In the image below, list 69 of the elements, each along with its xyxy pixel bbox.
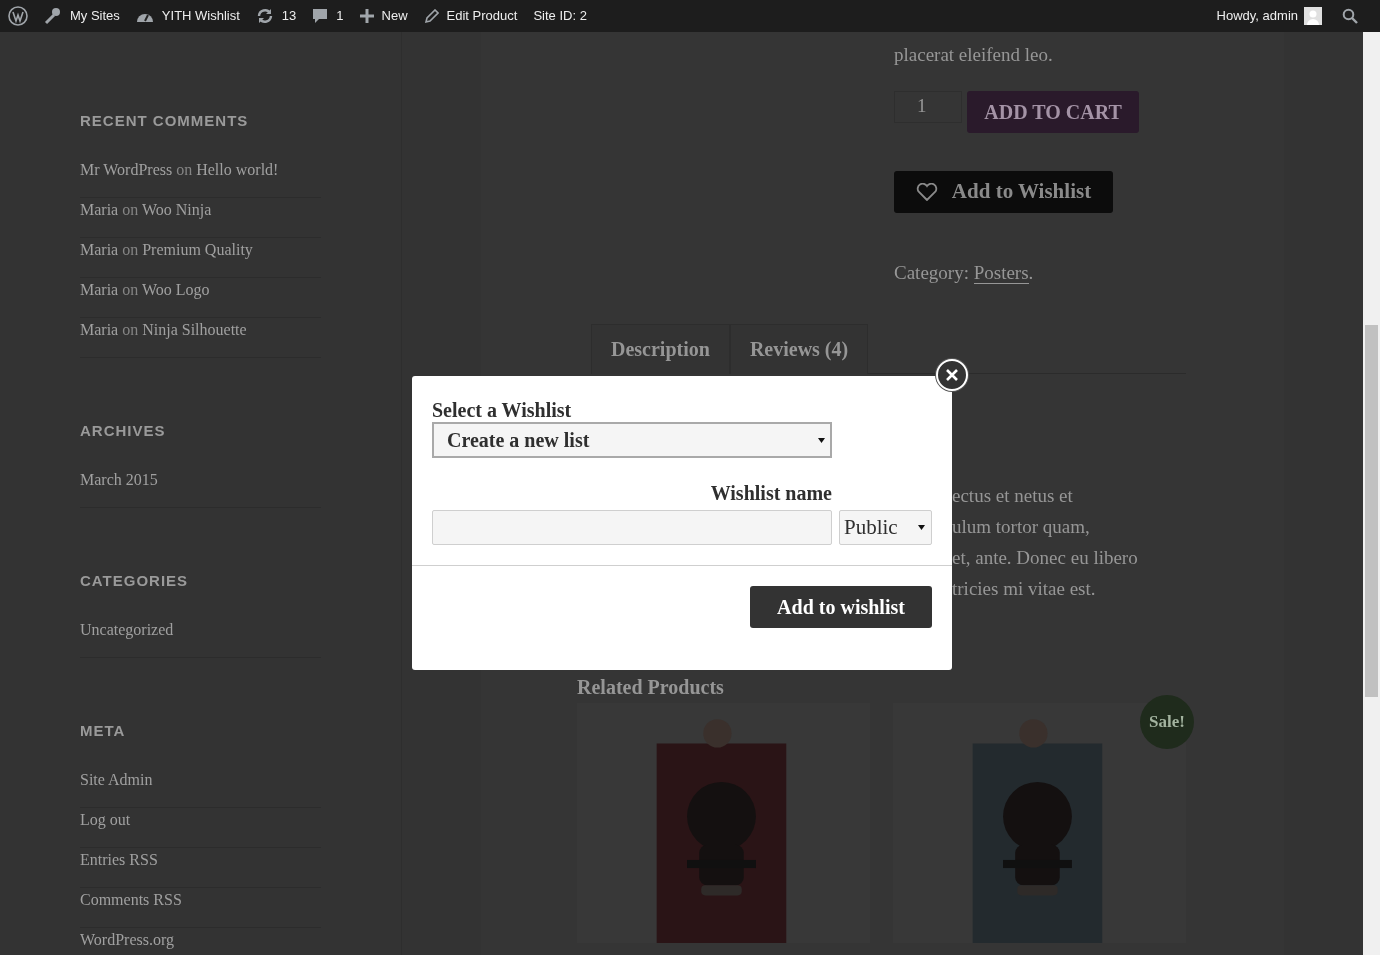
description-text: ectus et netus et (952, 484, 1074, 508)
connector-text: on (121, 241, 140, 258)
visibility-select[interactable]: Public (839, 510, 932, 545)
connector-text: on (175, 161, 194, 178)
admin-bar-link[interactable]: Edit Product (423, 6, 518, 26)
post-link[interactable]: Site Admin (80, 771, 153, 788)
key-icon (44, 7, 62, 25)
avatar-icon (1304, 7, 1322, 25)
plus-icon (359, 9, 374, 23)
description-text: ulum tortor quam, (952, 515, 1091, 539)
author-link[interactable]: Maria (80, 201, 119, 218)
add-to-wishlist-submit-button[interactable]: Add to wishlist (750, 586, 932, 628)
post-link[interactable]: Entries RSS (80, 851, 158, 868)
dropdown-caret-icon (818, 437, 825, 443)
post-link[interactable]: Premium Quality (142, 241, 253, 258)
wishlist-name-field[interactable] (432, 510, 832, 545)
connector-text: on (121, 321, 140, 338)
widget-title: META (80, 721, 127, 741)
author-link[interactable]: Mr WordPress (80, 161, 173, 178)
connector-text: on (121, 201, 140, 218)
post-link[interactable]: Hello world! (196, 161, 279, 178)
post-link[interactable]: Ninja Silhouette (142, 321, 247, 338)
close-icon (946, 369, 958, 381)
dropdown-caret-icon (918, 525, 925, 530)
category-label: Category: (894, 262, 970, 283)
search-icon[interactable] (1342, 8, 1358, 24)
sale-badge: Sale! (1140, 695, 1194, 749)
refresh-icon (255, 8, 274, 24)
admin-bar-link[interactable]: YITH Wishlist (135, 6, 240, 26)
description-text: tricies mi vitae est. (952, 577, 1097, 601)
post-link[interactable]: WordPress.org (80, 931, 174, 948)
wishlist-select[interactable]: Create a new list (432, 422, 832, 458)
widget-title: CATEGORIES (80, 571, 190, 591)
admin-bar-link[interactable]: 13 (255, 6, 297, 26)
product-tab[interactable]: Description (591, 324, 730, 374)
product-tab[interactable]: Reviews (4) (729, 324, 869, 374)
description-text: et, ante. Donec eu libero (952, 546, 1139, 570)
post-link[interactable]: Uncategorized (80, 621, 174, 638)
author-link[interactable]: Maria (80, 281, 119, 298)
author-link[interactable]: Maria (80, 321, 119, 338)
related-products-title: Related Products (577, 675, 725, 700)
scrollbar[interactable] (1363, 32, 1380, 955)
post-link[interactable]: March 2015 (80, 471, 158, 488)
admin-bar-link[interactable]: My Sites (44, 6, 120, 26)
select-label: Select a Wishlist (432, 398, 573, 422)
widget-title: ARCHIVES (80, 421, 167, 441)
author-link[interactable]: Maria (80, 241, 119, 258)
category-link[interactable]: Posters (973, 262, 1029, 284)
post-link[interactable]: Woo Ninja (141, 201, 212, 218)
scrollbar-thumb[interactable] (1365, 325, 1378, 697)
post-link[interactable]: Log out (80, 811, 131, 828)
summary-text: placerat eleifend leo. (894, 43, 1054, 67)
heart-icon (915, 183, 938, 201)
post-link[interactable]: Comments RSS (80, 891, 182, 908)
account-menu[interactable]: Howdy, admin (1216, 6, 1322, 26)
quantity-field[interactable]: 1 (894, 91, 962, 123)
add-to-wishlist-button[interactable]: Add to Wishlist (894, 171, 1113, 213)
speech-bubble-icon (312, 8, 329, 24)
admin-bar-link[interactable]: 1 (312, 6, 344, 26)
post-link[interactable]: Woo Logo (141, 281, 210, 298)
category-end: . (1028, 262, 1034, 283)
widget-title: RECENT COMMENTS (80, 111, 250, 131)
connector-text: on (121, 281, 140, 298)
add-to-cart-button[interactable]: ADD TO CART (967, 91, 1139, 133)
admin-bar-link[interactable]: New (359, 6, 408, 26)
wishlist-name-label: Wishlist name (709, 481, 832, 506)
admin-bar-link[interactable]: Site ID: 2 (533, 6, 587, 26)
wordpress-logo-icon[interactable] (8, 6, 28, 26)
pencil-icon (423, 8, 439, 24)
